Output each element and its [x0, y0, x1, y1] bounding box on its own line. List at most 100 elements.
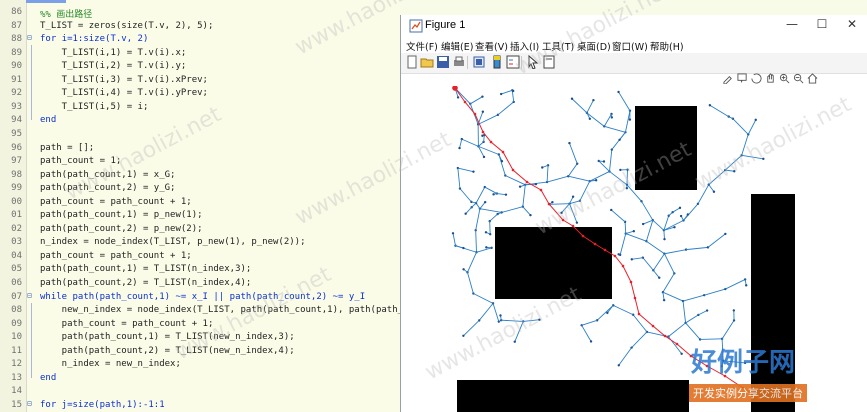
tree-node: [534, 182, 538, 186]
menu-item[interactable]: 编辑(E): [441, 39, 473, 53]
path-node: [571, 224, 575, 228]
code-line[interactable]: path_count = path_count + 1;: [40, 251, 192, 261]
insert-colorbar-icon[interactable]: [490, 55, 504, 69]
code-editor[interactable]: 86 87 88 89 90 91 92 93 94 95 96 97 98 99 00 01 02 03 04 05…: [0, 0, 400, 412]
menu-item[interactable]: 桌面(D): [577, 39, 611, 53]
code-line[interactable]: T_LIST(i,5) = i;: [40, 102, 149, 112]
zoom-in-icon[interactable]: [779, 73, 790, 84]
code-line[interactable]: path_count = path_count + 1;: [40, 197, 192, 207]
path-node: [663, 334, 667, 338]
tree-edge: [747, 119, 757, 135]
minimize-button[interactable]: —: [781, 17, 803, 35]
tree-node: [464, 212, 467, 215]
tree-node: [617, 253, 620, 256]
code-line[interactable]: n_index = new_n_index;: [40, 359, 181, 369]
arrow-icon[interactable]: [526, 55, 540, 69]
code-line[interactable]: T_LIST(i,3) = T.v(i).xPrev;: [40, 75, 208, 85]
data-tip-icon[interactable]: [737, 73, 748, 84]
code-line[interactable]: T_LIST(i,4) = T.v(i).yPrev;: [40, 88, 208, 98]
tree-edge: [725, 279, 746, 290]
line-number: 14: [11, 386, 22, 397]
brush-icon[interactable]: [723, 73, 734, 84]
tree-node: [628, 118, 632, 121]
code-line[interactable]: path(path_count,2) = T_LIST(new_n_index,…: [40, 346, 295, 356]
code-line[interactable]: n_index = node_index(T_LIST, p_new(1), p…: [40, 237, 306, 247]
menu-item[interactable]: 插入(I): [510, 39, 539, 53]
code-line[interactable]: while path(path_count,1) ~= x_I || path(…: [40, 292, 365, 302]
fold-toggle-icon[interactable]: ⊟: [27, 291, 36, 300]
print-icon[interactable]: [452, 55, 466, 69]
tree-node: [541, 166, 544, 169]
maximize-button[interactable]: ☐: [811, 17, 833, 35]
code-line[interactable]: T_LIST = zeros(size(T.v, 2), 5);: [40, 21, 213, 31]
code-line[interactable]: end: [40, 115, 56, 125]
code-line[interactable]: path = [];: [40, 143, 94, 153]
save-icon[interactable]: [436, 55, 450, 69]
code-line[interactable]: path(path_count,2) = y_G;: [40, 183, 175, 193]
tree-node: [733, 170, 736, 173]
tree-node: [492, 193, 495, 196]
tree-edge: [561, 203, 570, 214]
new-figure-icon[interactable]: [405, 55, 419, 69]
link-icon[interactable]: [472, 55, 486, 69]
tree-edge: [523, 319, 540, 322]
code-line[interactable]: path(path_count,2) = T_LIST(n_index,4);: [40, 278, 251, 288]
close-button[interactable]: ✕: [841, 17, 863, 35]
tree-node: [673, 226, 676, 229]
code-line[interactable]: path(path_count,1) = T_LIST(new_n_index,…: [40, 332, 295, 342]
tree-edge: [662, 273, 675, 293]
tree-edge: [708, 169, 726, 185]
edit-plot-icon[interactable]: [542, 55, 556, 69]
tree-node: [481, 95, 484, 98]
open-icon[interactable]: [420, 55, 434, 69]
tree-node: [732, 309, 736, 312]
tree-edge: [571, 98, 588, 114]
code-line[interactable]: path(path_count,2) = p_new(2);: [40, 224, 203, 234]
code-line[interactable]: new_n_index = node_index(T_LIST, path(pa…: [40, 305, 400, 315]
tree-edge: [697, 184, 710, 205]
code-line[interactable]: for j=size(path,1):-1:1: [40, 400, 165, 410]
fold-toggle-icon[interactable]: ⊟: [27, 399, 36, 408]
menu-item[interactable]: 工具(T): [542, 39, 574, 53]
code-line[interactable]: end: [40, 373, 56, 383]
code-line[interactable]: path_count = 1;: [40, 156, 121, 166]
zoom-out-icon[interactable]: [793, 73, 804, 84]
menu-item[interactable]: 帮助(H): [650, 39, 684, 53]
line-number: 90: [11, 61, 22, 72]
tree-edge: [704, 288, 726, 296]
path-node: [463, 100, 467, 104]
tree-node: [483, 200, 487, 204]
tree-edge: [459, 139, 463, 149]
code-line[interactable]: path(path_count,1) = T_LIST(n_index,3);: [40, 264, 251, 274]
tree-edge: [568, 175, 590, 182]
code-line[interactable]: %% 画出路径: [40, 7, 92, 20]
tree-node: [551, 200, 554, 204]
tree-edge: [603, 113, 612, 127]
tree-edge: [645, 220, 654, 242]
menu-item[interactable]: 查看(V): [475, 39, 508, 53]
tree-node: [610, 208, 613, 212]
path-node: [561, 218, 565, 222]
code-line[interactable]: T_LIST(i,2) = T.v(i).y;: [40, 61, 187, 71]
code-line[interactable]: path(path_count,1) = x_G;: [40, 170, 175, 180]
pan-icon[interactable]: [765, 73, 776, 84]
editor-link-tab[interactable]: [26, 0, 66, 3]
insert-legend-icon[interactable]: [506, 55, 520, 69]
tree-node: [606, 311, 609, 315]
line-number: 06: [11, 278, 22, 288]
code-line[interactable]: path(path_count,1) = p_new(1);: [40, 210, 203, 220]
code-line[interactable]: for i=1:size(T.v, 2): [40, 34, 148, 44]
code-line[interactable]: path_count = path_count + 1;: [40, 319, 214, 329]
tree-edge: [457, 167, 461, 189]
tree-node: [472, 170, 475, 173]
home-icon[interactable]: [807, 73, 818, 84]
path-node: [593, 242, 597, 246]
menu-item[interactable]: 文件(F): [406, 39, 438, 53]
code-line[interactable]: T_LIST(i,1) = T.v(i).x;: [40, 48, 187, 58]
tree-edge: [725, 169, 735, 172]
fold-toggle-icon[interactable]: ⊟: [27, 33, 36, 42]
menu-item[interactable]: 窗口(W): [612, 39, 648, 53]
restore-view-icon[interactable]: [751, 73, 762, 84]
line-number: 93: [11, 101, 22, 112]
tree-edge: [478, 145, 500, 155]
